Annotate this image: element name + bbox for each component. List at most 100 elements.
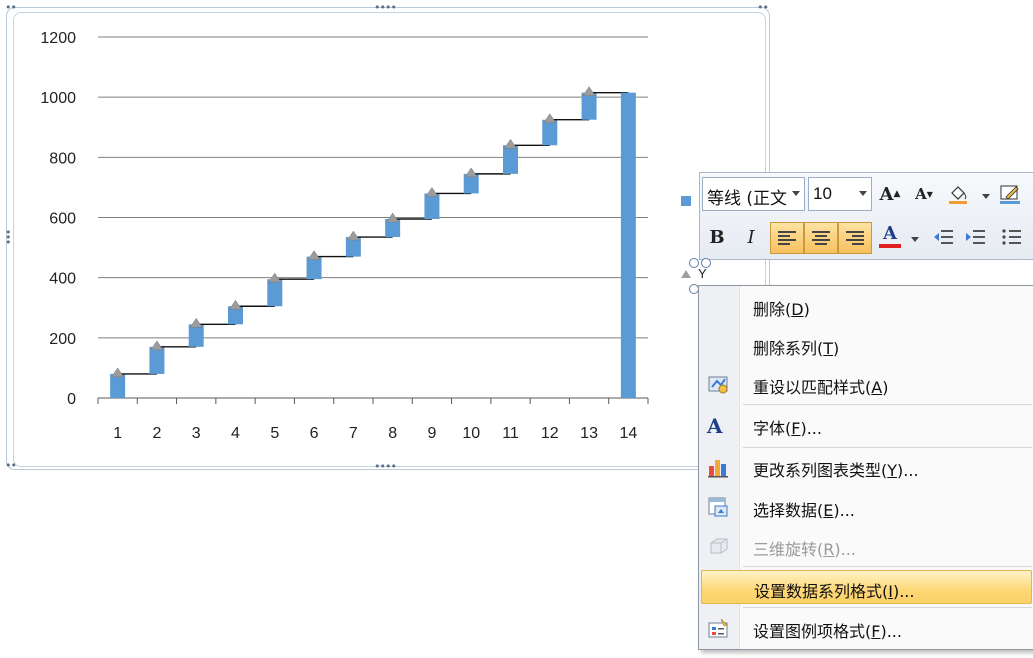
font-color-button[interactable]: A (876, 222, 904, 250)
x-tick-label: 7 (349, 425, 358, 442)
chevron-down-icon[interactable] (792, 191, 800, 196)
x-tick-label: 2 (152, 425, 161, 442)
data-point-marker (307, 250, 321, 260)
menu-item-reset-style[interactable]: 重设以匹配样式(A) (701, 367, 1032, 401)
x-tick-label: 6 (310, 425, 319, 442)
align-center-icon (812, 229, 830, 247)
menu-item-delete[interactable]: 删除(D) (701, 289, 1032, 323)
menu-item-3d-rotation: 三维旋转(R)... (701, 529, 1032, 563)
data-point-marker (346, 230, 360, 241)
decrease-indent-icon (934, 230, 953, 244)
font-name-select[interactable]: 等线 (正文 (702, 177, 805, 211)
x-tick-label: 5 (270, 425, 279, 442)
y-tick-label: 400 (49, 271, 76, 288)
bullet-list-icon (1002, 229, 1021, 245)
menu-item-format-legend-entry[interactable]: 设置图例项格式(F)... (701, 611, 1032, 645)
data-point-marker (543, 113, 557, 123)
format-legend-icon (708, 618, 728, 638)
italic-button[interactable]: I (737, 223, 765, 251)
data-point-marker (111, 367, 125, 378)
x-tick-label: 12 (541, 425, 559, 442)
shrink-font-button[interactable]: A ▼ (910, 180, 938, 208)
font-name-value: 等线 (正文 (707, 189, 788, 209)
menu-separator (743, 404, 1032, 405)
chart-bar[interactable] (581, 92, 597, 120)
paint-bucket-icon (949, 186, 967, 204)
fill-color-button[interactable] (944, 180, 972, 208)
menu-item-label: 选择数据(E)... (753, 501, 855, 520)
x-tick-label: 3 (192, 425, 201, 442)
chart-bar[interactable] (188, 324, 204, 347)
menu-item-label: 设置图例项格式(F)... (753, 622, 902, 641)
bold-button[interactable]: B (703, 223, 731, 251)
menu-item-label: 三维旋转(R)... (753, 540, 856, 559)
legend-key[interactable] (681, 196, 691, 206)
menu-item-label: 字体(F)... (753, 419, 822, 438)
bullets-button[interactable] (998, 223, 1026, 251)
menu-item-font[interactable]: A 字体(F)... (701, 408, 1032, 442)
italic-icon: I (747, 226, 755, 248)
menu-item-label: 设置数据系列格式(I)... (754, 582, 915, 601)
data-point-marker (150, 340, 164, 351)
pen-outline-icon (1000, 185, 1020, 204)
font-size-value: 10 (813, 184, 832, 203)
reset-style-icon (708, 376, 728, 394)
align-right-button[interactable] (838, 222, 872, 254)
menu-separator (743, 607, 1032, 608)
menu-item-format-data-series[interactable]: 设置数据系列格式(I)... (701, 570, 1032, 604)
font-color-dropdown-icon[interactable] (911, 237, 919, 242)
y-tick-label: 200 (49, 331, 76, 348)
chart-bar[interactable] (424, 193, 440, 220)
grow-font-icon: A (879, 183, 894, 205)
data-point-marker (189, 317, 203, 328)
font-size-select[interactable]: 10 (808, 177, 872, 211)
increase-indent-icon (966, 230, 985, 244)
align-right-icon (846, 229, 864, 247)
context-menu: 删除(D) 删除系列(T) 重设以匹配样式(A) A 字体(F)... 更改系列… (698, 285, 1033, 650)
menu-item-change-chart-type[interactable]: 更改系列图表类型(Y)... (701, 450, 1032, 484)
align-left-icon (778, 229, 796, 247)
font-icon: A (707, 414, 723, 438)
y-tick-label: 600 (49, 211, 76, 228)
chart-bar[interactable] (503, 145, 518, 174)
x-tick-label: 8 (388, 425, 397, 442)
shrink-font-icon: A (915, 185, 927, 203)
chart-bar[interactable] (306, 256, 322, 280)
decrease-indent-button[interactable] (930, 223, 958, 251)
font-color-icon: A (883, 223, 897, 244)
y-tick-label: 0 (67, 391, 76, 408)
data-point-marker (582, 86, 596, 96)
menu-item-label: 删除系列(T) (753, 339, 840, 358)
outline-color-button[interactable] (996, 180, 1024, 208)
x-tick-label: 14 (619, 425, 637, 442)
select-data-icon (708, 497, 728, 517)
increase-indent-button[interactable] (962, 223, 990, 251)
data-point-marker (464, 167, 478, 178)
3d-rotation-icon (710, 538, 728, 554)
data-point-marker (229, 299, 242, 310)
chart-bar[interactable] (542, 119, 558, 146)
chart-bar[interactable] (267, 279, 283, 307)
menu-item-label: 重设以匹配样式(A) (753, 378, 889, 397)
y-tick-label: 800 (49, 150, 76, 167)
x-tick-label: 4 (231, 425, 240, 442)
x-tick-label: 11 (502, 425, 519, 442)
x-tick-label: 9 (427, 425, 436, 442)
align-center-button[interactable] (804, 222, 838, 254)
x-tick-label: 10 (462, 425, 480, 442)
chart-type-icon (708, 460, 728, 478)
chart-bar[interactable] (110, 373, 126, 398)
menu-item-delete-series[interactable]: 删除系列(T) (701, 328, 1032, 362)
grow-font-button[interactable]: A ▲ (876, 180, 904, 208)
align-left-button[interactable] (770, 222, 804, 254)
menu-separator (743, 566, 1032, 567)
axis-label-fragment: Y (698, 266, 707, 281)
x-tick-label: 1 (113, 425, 122, 442)
fill-color-dropdown-icon[interactable] (982, 194, 990, 199)
chart-bar[interactable] (149, 346, 165, 374)
menu-item-select-data[interactable]: 选择数据(E)... (701, 490, 1032, 524)
y-tick-label: 1000 (40, 90, 76, 107)
chevron-down-icon[interactable] (859, 191, 867, 196)
chart-bar[interactable] (620, 92, 636, 398)
chart-plot[interactable]: 0200400600800100012001 2 3 4 5 6 7 8 9 10 11 12 13 14 (0, 0, 780, 470)
